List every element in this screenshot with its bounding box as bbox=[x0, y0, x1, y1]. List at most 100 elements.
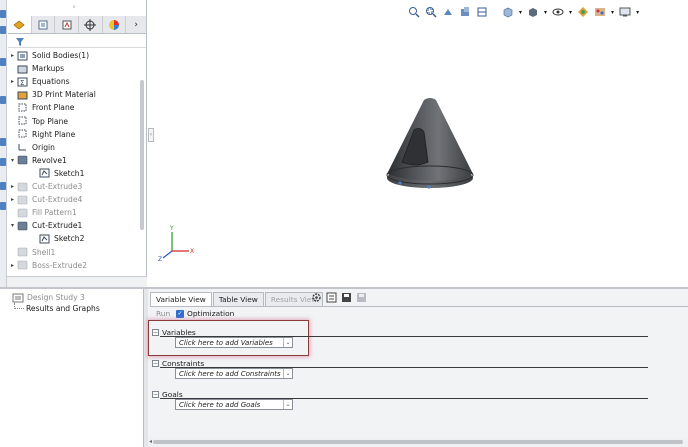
triad-axes-icon: Y X Z bbox=[158, 225, 194, 263]
chevron-right-icon[interactable]: ▸ bbox=[8, 196, 17, 203]
panel-grip-icon[interactable]: ⁰ bbox=[73, 5, 75, 12]
strip-tool-icon[interactable] bbox=[0, 158, 6, 166]
tree-item[interactable]: Origin bbox=[8, 141, 55, 154]
solid-bodies-icon bbox=[17, 51, 28, 61]
chevron-down-icon[interactable]: ▾ bbox=[8, 222, 17, 229]
tree-item-label: Front Plane bbox=[32, 103, 75, 113]
cone-part-model[interactable] bbox=[386, 98, 474, 189]
plane-icon bbox=[17, 129, 28, 139]
tree-item[interactable]: ▾ Revolve1 bbox=[8, 154, 67, 167]
apply-scene-icon[interactable] bbox=[594, 6, 606, 18]
collapse-icon[interactable]: − bbox=[152, 328, 159, 336]
solidworks-window: ⁰ › ▸ Solid Bodies(1) Markups ▸ Σ Equations 3D… bbox=[0, 0, 688, 447]
strip-tool-icon[interactable] bbox=[0, 96, 6, 104]
strip-tool-icon[interactable] bbox=[0, 26, 6, 34]
zoom-to-area-icon[interactable] bbox=[425, 6, 437, 18]
tab-configuration-manager[interactable] bbox=[55, 16, 79, 33]
dimxpert-icon bbox=[84, 18, 97, 31]
tab-feature-manager[interactable] bbox=[8, 16, 32, 33]
gear-icon[interactable] bbox=[311, 292, 322, 303]
strip-tool-icon[interactable] bbox=[0, 138, 6, 146]
tabs-more-button[interactable]: › bbox=[126, 16, 146, 33]
tree-item[interactable]: 3D Print Material bbox=[8, 88, 96, 101]
chevron-right-icon[interactable]: ▸ bbox=[8, 262, 17, 269]
filter-icon bbox=[16, 38, 24, 46]
chevron-down-icon[interactable]: ▾ bbox=[519, 9, 522, 16]
plane-icon bbox=[17, 116, 28, 126]
save-study-icon[interactable] bbox=[341, 292, 352, 303]
tree-item[interactable]: ▾ Cut-Extrude1 bbox=[8, 219, 82, 232]
tree-item[interactable]: ▸ Boss-Extrude2 bbox=[8, 259, 87, 272]
boss-extrude-icon bbox=[17, 260, 28, 270]
tab-property-manager[interactable] bbox=[32, 16, 56, 33]
strip-tool-icon[interactable] bbox=[0, 202, 6, 210]
add-goals-combo[interactable]: Click here to add Goals ⌄ bbox=[175, 399, 293, 410]
chevron-down-icon[interactable]: ⌄ bbox=[283, 400, 292, 409]
previous-view-icon[interactable] bbox=[442, 6, 454, 18]
tree-item[interactable]: Right Plane bbox=[8, 128, 75, 141]
chevron-right-icon[interactable]: ▸ bbox=[8, 183, 17, 190]
optimization-checkbox[interactable]: ✓ Optimization bbox=[176, 309, 234, 318]
chevron-down-icon[interactable]: ⌄ bbox=[283, 338, 292, 347]
study-results-item[interactable]: Results and Graphs bbox=[14, 302, 100, 315]
tree-item[interactable]: Sketch1 bbox=[30, 167, 84, 180]
tree-item[interactable]: Shell1 bbox=[8, 246, 55, 259]
viewport-canvas: Y X Z bbox=[158, 98, 474, 263]
panel-collapse-handle[interactable]: ‹ bbox=[148, 128, 154, 142]
chevron-right-icon[interactable]: ▸ bbox=[8, 78, 17, 85]
chevron-right-icon: › bbox=[134, 19, 138, 30]
tree-item[interactable]: ▸ Cut-Extrude4 bbox=[8, 193, 82, 206]
chevron-down-icon[interactable]: ▾ bbox=[569, 9, 572, 16]
collapse-icon[interactable]: − bbox=[152, 359, 159, 367]
run-button: Run bbox=[156, 309, 171, 318]
strip-tool-icon[interactable] bbox=[0, 10, 6, 18]
tree-item[interactable]: ▸ Solid Bodies(1) bbox=[8, 49, 89, 62]
property-manager-icon bbox=[38, 20, 48, 29]
heads-up-toolbar: ▾ ▾ ▾ ▾ ▾ bbox=[408, 4, 639, 20]
tab-dimxpert-manager[interactable] bbox=[79, 16, 103, 33]
horizontal-scroll-thumb[interactable] bbox=[153, 440, 683, 444]
chevron-right-icon[interactable]: ▸ bbox=[8, 52, 17, 59]
add-goals-text: Click here to add Goals bbox=[179, 400, 261, 409]
add-variables-combo[interactable]: Click here to add Variables ⌄ bbox=[175, 337, 293, 348]
edit-appearance-icon[interactable] bbox=[577, 6, 589, 18]
design-study-tree: Design Study 3 Results and Graphs bbox=[0, 289, 144, 447]
study-results-label: Results and Graphs bbox=[26, 304, 100, 313]
add-constraints-combo[interactable]: Click here to add Constraints ⌄ bbox=[175, 368, 293, 379]
dynamic-annotation-icon[interactable] bbox=[476, 6, 488, 18]
chevron-down-icon[interactable]: ▾ bbox=[611, 9, 614, 16]
tab-variable-view[interactable]: Variable View bbox=[150, 292, 212, 306]
study-options-icon[interactable] bbox=[326, 292, 337, 303]
chevron-down-icon[interactable]: ▾ bbox=[544, 9, 547, 16]
strip-tool-icon[interactable] bbox=[0, 58, 6, 66]
display-style-icon[interactable] bbox=[527, 6, 539, 18]
tab-table-view[interactable]: Table View bbox=[212, 292, 264, 306]
svg-text:X: X bbox=[190, 248, 194, 255]
feature-filter[interactable] bbox=[8, 35, 146, 48]
tree-item[interactable]: ▸ Cut-Extrude3 bbox=[8, 180, 82, 193]
zoom-to-fit-icon[interactable] bbox=[408, 6, 420, 18]
strip-tool-icon[interactable] bbox=[0, 182, 6, 190]
collapse-icon[interactable]: − bbox=[152, 390, 159, 398]
tree-item[interactable]: Fill Pattern1 bbox=[8, 206, 77, 219]
tree-item[interactable]: ▸ Σ Equations bbox=[8, 75, 70, 88]
scroll-left-icon[interactable]: ◂ bbox=[149, 438, 152, 445]
add-variables-text: Click here to add Variables bbox=[179, 338, 273, 347]
view-orientation-icon[interactable] bbox=[502, 6, 514, 18]
chevron-down-icon[interactable]: ⌄ bbox=[283, 369, 292, 378]
graphics-area[interactable]: Y X Z bbox=[148, 0, 688, 287]
tree-item[interactable]: Front Plane bbox=[8, 101, 74, 114]
tree-item[interactable]: Sketch2 bbox=[30, 232, 84, 245]
equations-icon: Σ bbox=[17, 77, 28, 87]
tab-display-manager[interactable] bbox=[103, 16, 127, 33]
hide-show-items-icon[interactable] bbox=[552, 6, 564, 18]
view-settings-icon[interactable] bbox=[619, 6, 631, 18]
chevron-down-icon[interactable]: ▾ bbox=[8, 157, 17, 164]
tree-item[interactable]: Markups bbox=[8, 62, 64, 75]
tree-item-label: Origin bbox=[32, 142, 55, 152]
section-view-icon[interactable] bbox=[459, 6, 471, 18]
feature-tree-scrollbar[interactable] bbox=[140, 80, 144, 230]
tree-item[interactable]: Top Plane bbox=[8, 115, 68, 128]
chevron-down-icon[interactable]: ▾ bbox=[636, 9, 639, 16]
tabs-divider bbox=[150, 306, 688, 307]
